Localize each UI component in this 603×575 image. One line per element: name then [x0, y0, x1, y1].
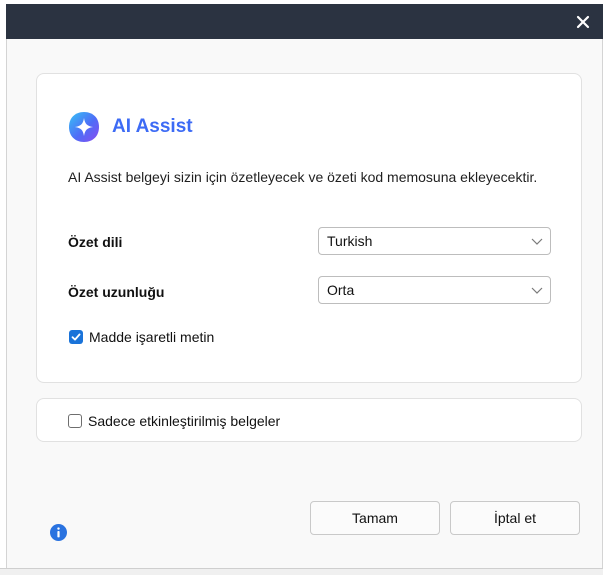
summary-language-label: Özet dili — [68, 234, 123, 250]
only-activated-checkbox[interactable] — [68, 414, 82, 428]
summary-length-label: Özet uzunluğu — [68, 284, 165, 300]
summary-language-select[interactable]: Turkish — [318, 227, 551, 255]
ai-assist-settings-card: AI Assist AI Assist belgeyi sizin için ö… — [36, 73, 582, 383]
chevron-down-icon — [531, 287, 543, 294]
ai-assist-sparkle-icon — [69, 112, 99, 142]
only-activated-option[interactable]: Sadece etkinleştirilmiş belgeler — [68, 413, 280, 429]
dialog-titlebar — [6, 4, 603, 39]
window-bottom-edge — [0, 568, 603, 575]
close-icon — [576, 15, 590, 29]
checkmark-icon — [71, 333, 81, 341]
ok-button[interactable]: Tamam — [310, 501, 440, 535]
document-filter-card: Sadece etkinleştirilmiş belgeler — [36, 398, 582, 442]
bulleted-text-checkbox[interactable] — [69, 330, 83, 344]
close-button[interactable] — [569, 8, 597, 36]
summary-length-select[interactable]: Orta — [318, 276, 551, 304]
ai-assist-header: AI Assist — [67, 110, 193, 144]
info-icon[interactable] — [50, 524, 67, 541]
bulleted-text-label: Madde işaretli metin — [89, 329, 215, 345]
ai-assist-dialog: AI Assist AI Assist belgeyi sizin için ö… — [6, 39, 603, 570]
summary-language-value: Turkish — [327, 233, 373, 249]
ai-assist-title: AI Assist — [112, 116, 193, 137]
ai-assist-description: AI Assist belgeyi sizin için özetleyecek… — [68, 169, 538, 185]
bulleted-text-option[interactable]: Madde işaretli metin — [69, 329, 214, 345]
only-activated-label: Sadece etkinleştirilmiş belgeler — [88, 413, 281, 429]
chevron-down-icon — [531, 238, 543, 245]
cancel-button[interactable]: İptal et — [450, 501, 580, 535]
summary-length-value: Orta — [327, 282, 355, 298]
